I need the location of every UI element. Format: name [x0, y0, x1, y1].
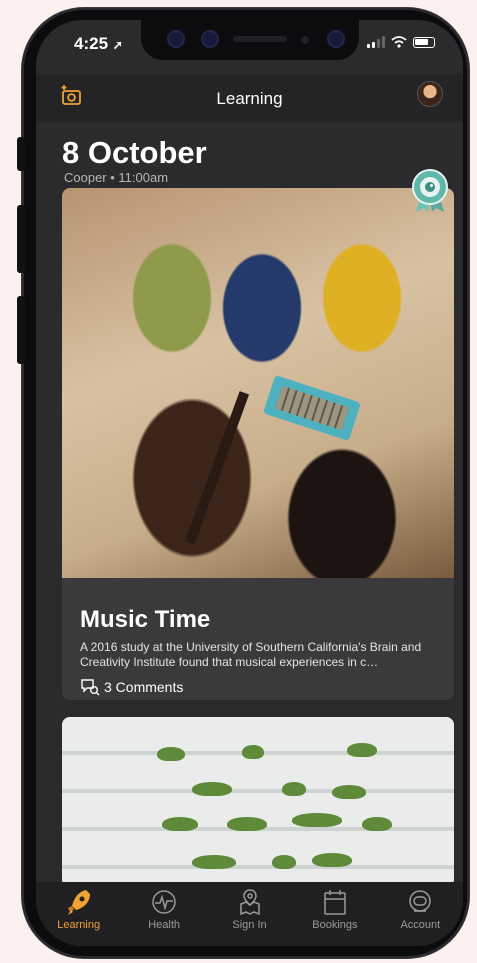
signal-icon	[367, 36, 385, 48]
comment-icon	[81, 679, 100, 696]
wifi-icon	[391, 36, 407, 48]
location-arrow-icon: ➚	[112, 38, 123, 52]
post-description: A 2016 study at the University of Southe…	[80, 640, 422, 669]
tab-account[interactable]: Account	[378, 882, 463, 946]
tab-label: Sign In	[232, 919, 267, 931]
post-photo[interactable]	[62, 188, 454, 578]
post-card[interactable]: Music Time A 2016 study at the Universit…	[62, 188, 454, 700]
avatar-icon[interactable]	[417, 81, 443, 107]
tab-label: Bookings	[312, 919, 358, 931]
post-card[interactable]	[62, 717, 454, 887]
phone-notch	[141, 20, 359, 60]
heartbeat-icon	[152, 890, 176, 914]
battery-icon	[413, 36, 435, 48]
feed-meta: Cooper • 11:00am	[64, 170, 169, 185]
post-photo[interactable]	[62, 717, 454, 887]
top-nav-bar: Learning	[36, 74, 463, 122]
tab-learning[interactable]: Learning	[36, 882, 121, 946]
page-title: Learning	[216, 89, 283, 108]
tab-label: Health	[148, 919, 180, 931]
map-pin-icon	[239, 889, 260, 916]
tab-label: Learning	[57, 919, 101, 931]
tab-bar: Learning Health Sign In Bookings Account	[36, 882, 463, 946]
phone-mute-switch	[17, 137, 25, 171]
tab-bookings[interactable]: Bookings	[292, 882, 377, 946]
comments-count: 3 Comments	[104, 679, 184, 695]
phone-volume-up	[17, 205, 25, 273]
feed-date: 8 October	[62, 135, 207, 170]
comments-link[interactable]: 3 Comments	[80, 678, 183, 696]
status-time-label: 4:25	[74, 34, 109, 53]
rocket-icon	[67, 890, 90, 915]
tab-sign-in[interactable]: Sign In	[207, 882, 292, 946]
status-indicators	[367, 36, 435, 48]
tab-label: Account	[400, 919, 441, 931]
robot-award-badge-icon[interactable]	[411, 168, 449, 214]
app-screen: 4:25 ➚ Learning 8 October Cooper • 11:00…	[36, 20, 463, 946]
status-time: 4:25 ➚	[74, 34, 123, 54]
post-title: Music Time	[80, 606, 211, 633]
phone-volume-down	[17, 296, 25, 364]
tab-health[interactable]: Health	[121, 882, 206, 946]
astronaut-helmet-icon	[409, 890, 432, 912]
calendar-icon	[324, 890, 346, 915]
